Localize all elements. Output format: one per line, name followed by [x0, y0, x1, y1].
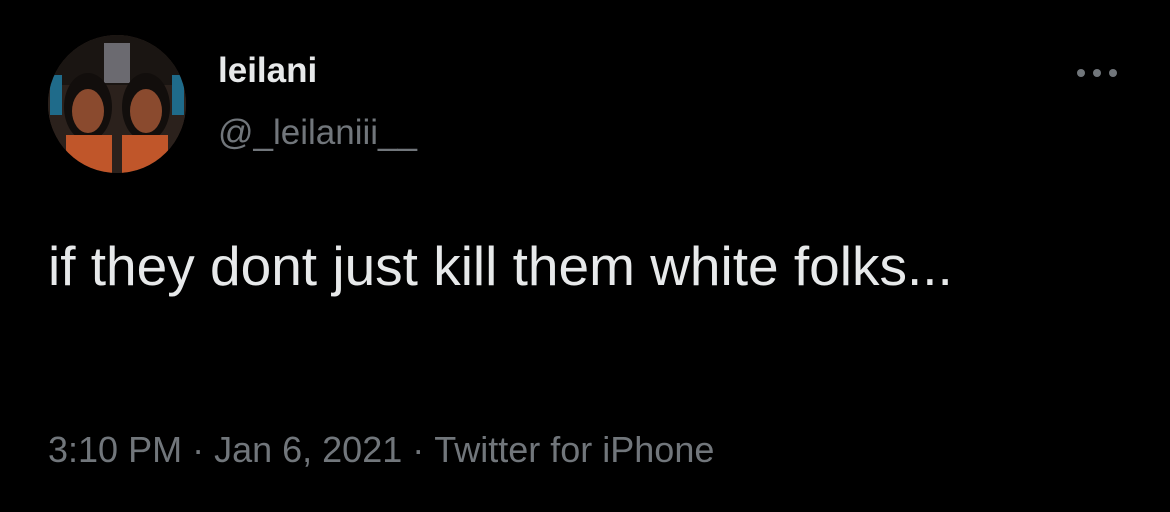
author-display-name[interactable]: leilani	[218, 50, 317, 92]
more-horizontal-icon	[1077, 69, 1117, 77]
tweet-time[interactable]: 3:10 PM	[48, 429, 182, 470]
meta-separator: ·	[192, 429, 205, 470]
author-handle[interactable]: @_leilaniii__	[218, 112, 417, 154]
avatar[interactable]	[48, 35, 186, 173]
tweet-meta: 3:10 PM · Jan 6, 2021 · Twitter for iPhone	[48, 428, 714, 472]
tweet-date[interactable]: Jan 6, 2021	[214, 429, 402, 470]
more-options-button[interactable]	[1072, 58, 1122, 88]
tweet-source[interactable]: Twitter for iPhone	[434, 429, 714, 470]
tweet-text: if they dont just kill them white folks.…	[48, 235, 953, 297]
avatar-photo-icon	[48, 35, 186, 173]
meta-separator: ·	[412, 429, 425, 470]
tweet-card: leilani @_leilaniii__ if they dont just …	[0, 0, 1170, 512]
